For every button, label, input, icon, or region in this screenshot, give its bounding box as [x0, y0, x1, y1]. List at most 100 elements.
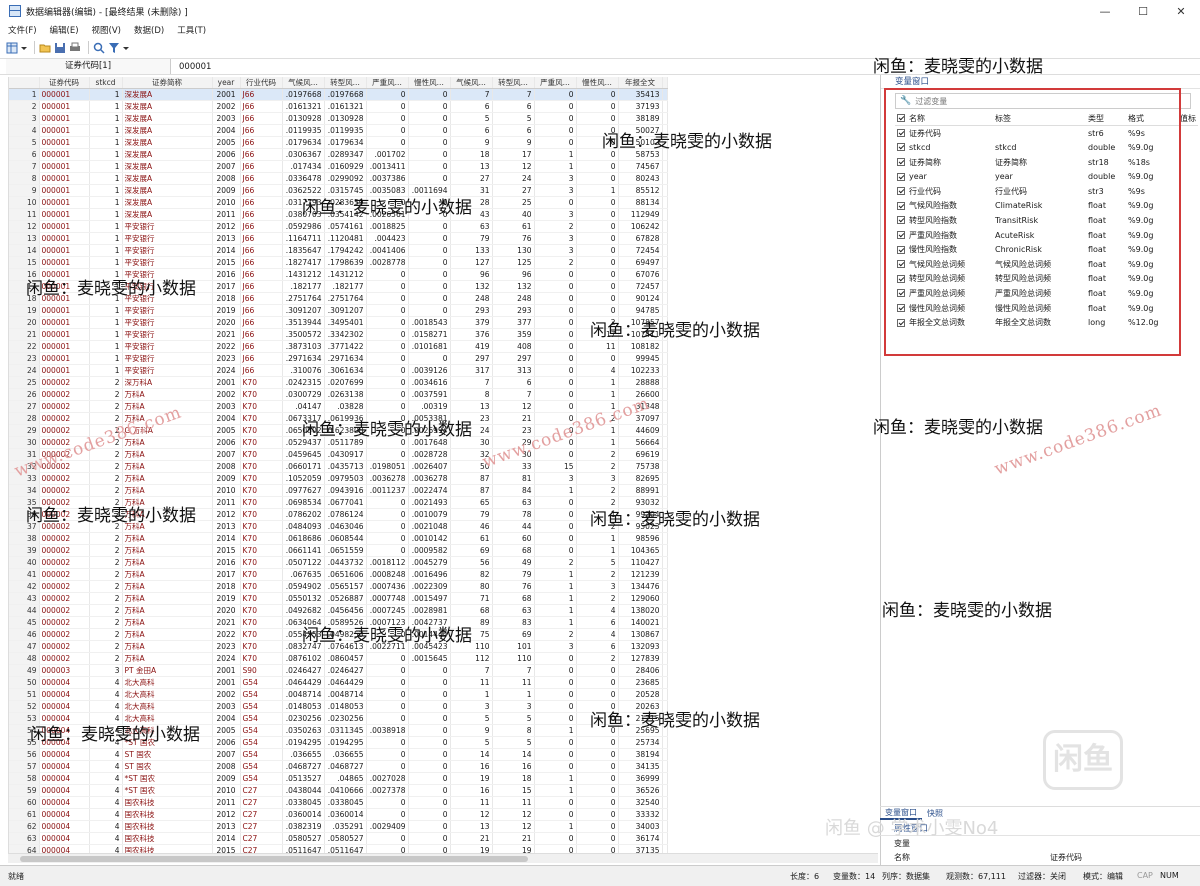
- row-number[interactable]: 40: [9, 556, 40, 570]
- row-number[interactable]: 51: [9, 688, 40, 702]
- table-cell[interactable]: 000004: [39, 700, 90, 714]
- table-cell[interactable]: 1: [89, 340, 123, 354]
- table-cell[interactable]: 2012: [212, 808, 241, 822]
- table-cell[interactable]: J66: [240, 364, 283, 378]
- variable-row[interactable]: 慢性风险总词频 慢性风险总词频 float %9.0g: [895, 301, 1198, 316]
- table-cell[interactable]: .0464429: [324, 676, 367, 690]
- table-cell[interactable]: .0507122: [282, 556, 325, 570]
- table-cell[interactable]: 80: [450, 580, 493, 594]
- table-cell[interactable]: .0008248: [366, 568, 409, 582]
- table-cell[interactable]: 0: [366, 268, 409, 282]
- table-cell[interactable]: J66: [240, 136, 283, 150]
- table-cell[interactable]: 0: [408, 256, 451, 270]
- table-cell[interactable]: 12: [492, 808, 535, 822]
- table-cell[interactable]: 5: [492, 712, 535, 726]
- menu-tools[interactable]: 工具(T): [177, 24, 206, 36]
- row-number[interactable]: 10: [9, 196, 40, 210]
- table-cell[interactable]: .00319: [408, 400, 451, 414]
- table-cell[interactable]: .0246427: [282, 664, 325, 678]
- table-cell[interactable]: .182177: [282, 280, 325, 294]
- table-cell[interactable]: 2022: [212, 628, 241, 642]
- table-cell[interactable]: 2023: [212, 352, 241, 366]
- table-cell[interactable]: .3495401: [324, 316, 367, 330]
- table-cell[interactable]: 1: [89, 364, 123, 378]
- row-number[interactable]: 26: [9, 388, 40, 402]
- table-cell[interactable]: 72457: [618, 280, 663, 294]
- table-cell[interactable]: .0021048: [408, 520, 451, 534]
- table-cell[interactable]: 9: [492, 136, 535, 150]
- table-cell[interactable]: 1: [534, 160, 577, 174]
- table-cell[interactable]: 000001: [39, 328, 90, 342]
- table-cell[interactable]: .0018112: [366, 556, 409, 570]
- table-cell[interactable]: 1: [576, 388, 619, 402]
- table-row[interactable]: 63 000004 4 国农科技 2014 C27.0580527.0580527 0 0 21…: [9, 832, 668, 846]
- table-cell[interactable]: 12: [492, 820, 535, 834]
- table-cell[interactable]: 24: [492, 172, 535, 186]
- table-cell[interactable]: 2012: [212, 220, 241, 234]
- table-cell[interactable]: .0580527: [282, 832, 325, 846]
- table-cell[interactable]: 000002: [39, 604, 90, 618]
- check-icon[interactable]: [897, 304, 905, 313]
- table-cell[interactable]: .0651559: [324, 544, 367, 558]
- table-row[interactable]: 52 000004 4 北大高科 2003 G54.0148053.0148053 0 0 3 3…: [9, 700, 668, 714]
- table-cell[interactable]: 0: [576, 100, 619, 114]
- table-row[interactable]: 43 000002 2 万科A 2019 K70.0550132.0526887.0007…: [9, 592, 668, 606]
- table-cell[interactable]: .0592986: [282, 220, 325, 234]
- table-cell[interactable]: 2003: [212, 700, 241, 714]
- table-cell[interactable]: 000002: [39, 484, 90, 498]
- table-cell[interactable]: 0: [534, 736, 577, 750]
- table-cell[interactable]: 0: [408, 832, 451, 846]
- table-cell[interactable]: .0198051: [366, 460, 409, 474]
- table-cell[interactable]: 1: [534, 820, 577, 834]
- variable-checkbox[interactable]: [895, 257, 907, 272]
- table-cell[interactable]: 37135: [618, 844, 663, 853]
- table-cell[interactable]: 4: [576, 604, 619, 618]
- table-cell[interactable]: 0: [366, 760, 409, 774]
- table-cell[interactable]: 19: [450, 772, 493, 786]
- table-cell[interactable]: K70: [240, 376, 283, 390]
- table-cell[interactable]: 3: [534, 172, 577, 186]
- table-cell[interactable]: K70: [240, 412, 283, 426]
- table-cell[interactable]: 35413: [618, 88, 663, 102]
- table-cell[interactable]: 99945: [618, 352, 663, 366]
- save-icon[interactable]: [54, 42, 66, 54]
- table-cell[interactable]: 9: [450, 136, 493, 150]
- table-cell[interactable]: J66: [240, 352, 283, 366]
- table-cell[interactable]: C27: [240, 832, 283, 846]
- table-cell[interactable]: J66: [240, 112, 283, 126]
- row-number[interactable]: 50: [9, 676, 40, 690]
- table-cell[interactable]: 2: [576, 484, 619, 498]
- table-cell[interactable]: 0: [576, 832, 619, 846]
- table-cell[interactable]: .2751764: [324, 292, 367, 306]
- table-cell[interactable]: 3: [534, 208, 577, 222]
- table-cell[interactable]: 2017: [212, 280, 241, 294]
- table-cell[interactable]: 2007: [212, 748, 241, 762]
- table-cell[interactable]: 0: [576, 796, 619, 810]
- table-cell[interactable]: 平安银行: [122, 256, 213, 270]
- column-header[interactable]: 气候风...: [282, 77, 325, 90]
- table-cell[interactable]: .0698534: [282, 496, 325, 510]
- variable-checkbox[interactable]: [895, 301, 907, 316]
- table-cell[interactable]: 000002: [39, 412, 90, 426]
- table-cell[interactable]: 0: [366, 508, 409, 522]
- table-cell[interactable]: .0464429: [282, 676, 325, 690]
- table-row[interactable]: 62 000004 4 国农科技 2013 C27.0382319.035291.0029…: [9, 820, 668, 834]
- table-cell[interactable]: 2013: [212, 820, 241, 834]
- table-cell[interactable]: 2: [89, 568, 123, 582]
- table-cell[interactable]: 419: [450, 340, 493, 354]
- table-cell[interactable]: 1: [534, 784, 577, 798]
- table-cell[interactable]: 2: [89, 604, 123, 618]
- table-row[interactable]: 56 000004 4 ST 国农 2007 G54.036655.036655 0 0 14 1…: [9, 748, 668, 762]
- table-cell[interactable]: 000004: [39, 820, 90, 834]
- table-cell[interactable]: 12: [450, 808, 493, 822]
- table-cell[interactable]: .0007245: [366, 604, 409, 618]
- table-cell[interactable]: .0036278: [408, 472, 451, 486]
- table-cell[interactable]: 5: [450, 736, 493, 750]
- table-cell[interactable]: J66: [240, 340, 283, 354]
- table-cell[interactable]: 0: [534, 316, 577, 330]
- table-cell[interactable]: 0: [408, 688, 451, 702]
- table-cell[interactable]: .0300729: [282, 388, 325, 402]
- table-cell[interactable]: 000004: [39, 748, 90, 762]
- table-row[interactable]: 31 000002 2 万科A 2007 K70.0459645.0430917 0.002…: [9, 448, 668, 462]
- table-cell[interactable]: .0022474: [408, 484, 451, 498]
